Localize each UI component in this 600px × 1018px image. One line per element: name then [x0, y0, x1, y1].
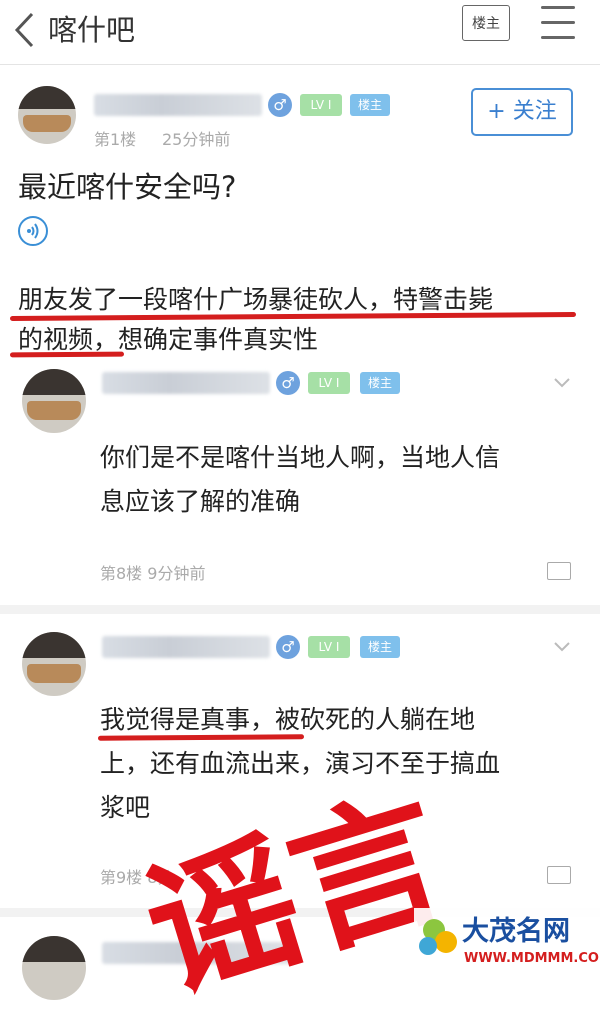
post-floor: 第1楼 — [94, 130, 137, 149]
male-icon: ♂ — [268, 93, 292, 117]
male-icon: ♂ — [276, 371, 300, 395]
op-badge: 楼主 — [360, 372, 400, 394]
watermark-name: 大茂名网 — [462, 915, 570, 947]
follow-button[interactable]: + 关注 — [471, 88, 573, 136]
comment-icon[interactable] — [547, 866, 571, 884]
only-op-button[interactable]: 楼主 — [462, 5, 510, 41]
red-underline — [9, 351, 125, 358]
reply-text: 你们是不是喀什当地人啊，当地人信 息应该了解的准确 — [100, 436, 570, 524]
avatar[interactable] — [22, 936, 86, 1000]
avatar[interactable] — [18, 86, 76, 144]
chevron-down-icon[interactable] — [553, 376, 571, 390]
site-watermark: 大茂名网 WWW.MDMMM.COM — [414, 908, 600, 973]
reply-floor-time: 第8楼 9分钟前 — [100, 564, 206, 583]
avatar[interactable] — [22, 369, 86, 433]
username-blurred[interactable] — [102, 636, 270, 658]
comment-icon[interactable] — [547, 562, 571, 580]
page-title: 喀什吧 — [48, 13, 136, 47]
divider — [0, 605, 600, 614]
male-icon: ♂ — [276, 635, 300, 659]
reply-text-line: 息应该了解的准确 — [100, 487, 301, 516]
top-bar: 喀什吧 楼主 — [0, 0, 600, 65]
level-badge: LV I — [308, 372, 350, 394]
avatar[interactable] — [22, 632, 86, 696]
post-title: 最近喀什安全吗? — [18, 170, 237, 204]
voice-icon[interactable] — [18, 216, 48, 246]
menu-icon[interactable] — [541, 6, 575, 39]
post-time: 25分钟前 — [162, 130, 231, 149]
chevron-down-icon[interactable] — [553, 640, 571, 654]
username-blurred[interactable] — [102, 372, 270, 394]
op-badge: 楼主 — [360, 636, 400, 658]
level-badge: LV I — [308, 636, 350, 658]
reply-text-line: 你们是不是喀什当地人啊，当地人信 — [100, 443, 501, 472]
watermark-url: WWW.MDMMM.COM — [464, 951, 600, 966]
back-arrow-icon[interactable] — [8, 10, 42, 50]
username-blurred[interactable] — [94, 94, 262, 116]
op-badge: 楼主 — [350, 94, 390, 116]
level-badge: LV I — [300, 94, 342, 116]
